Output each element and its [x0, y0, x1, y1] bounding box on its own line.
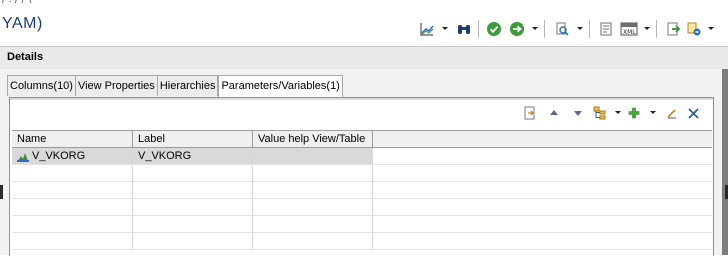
delete-icon[interactable] [685, 106, 701, 120]
toolbar-separator [589, 20, 590, 38]
edit-icon[interactable] [665, 106, 679, 120]
details-title: Details [7, 51, 44, 63]
editor-header: / . / / \ YAM) XML [0, 0, 728, 46]
deploy-dropdown-arrow[interactable] [708, 27, 714, 30]
table-row[interactable] [12, 216, 712, 233]
cell-empty [133, 199, 253, 215]
table-row[interactable] [12, 165, 712, 182]
hierarchy-dropdown-arrow[interactable] [615, 111, 621, 114]
table-row[interactable] [12, 182, 712, 199]
column-header-name[interactable]: Name [12, 131, 133, 147]
hierarchy-icon[interactable] [592, 106, 608, 120]
copy-icon[interactable] [597, 20, 615, 38]
cell-empty [133, 216, 253, 232]
cell-empty [12, 182, 133, 198]
variable-icon [17, 151, 29, 162]
cell-value-help[interactable] [253, 148, 373, 164]
svg-text:XML: XML [623, 29, 636, 36]
binoculars-icon[interactable] [455, 20, 473, 38]
import-icon[interactable] [664, 20, 682, 38]
run-dropdown-arrow[interactable] [532, 27, 538, 30]
preview-dropdown-arrow[interactable] [577, 27, 583, 30]
xml-dropdown-arrow[interactable] [644, 27, 650, 30]
deploy-icon[interactable] [685, 20, 703, 38]
cutoff-text: / . / / \ [2, 0, 31, 5]
move-up-icon[interactable] [547, 106, 561, 120]
tab-hierarchies[interactable]: Hierarchies [157, 75, 219, 96]
tab-view-properties[interactable]: View Properties [75, 75, 158, 96]
cell-empty [133, 165, 253, 181]
panel-scroll-edge [722, 69, 728, 255]
table-row[interactable]: V_VKORG V_VKORG [12, 148, 712, 165]
xml-icon[interactable]: XML [619, 20, 639, 38]
cell-empty [253, 165, 373, 181]
cell-empty [253, 182, 373, 198]
cell-empty [253, 216, 373, 232]
validate-icon[interactable] [485, 20, 503, 38]
add-icon[interactable] [627, 106, 641, 120]
cell-name-text: V_VKORG [32, 150, 86, 162]
export-icon[interactable] [522, 106, 538, 120]
left-collapse-marker[interactable] [0, 185, 3, 199]
cell-empty [253, 233, 373, 249]
column-header-value-help[interactable]: Value help View/Table [253, 131, 373, 147]
add-dropdown-arrow[interactable] [650, 111, 656, 114]
content-top-border [10, 98, 713, 100]
table-header: Name Label Value help View/Table [12, 131, 712, 148]
table-row[interactable] [12, 233, 712, 250]
toolbar-separator [478, 20, 479, 38]
data-preview-icon[interactable] [553, 20, 571, 38]
cell-label[interactable]: V_VKORG [133, 148, 253, 164]
editor-title: YAM) [2, 15, 43, 32]
details-section-header: Details [0, 46, 728, 70]
toolbar-separator [656, 20, 657, 38]
chart-dropdown-arrow[interactable] [442, 27, 448, 30]
parameters-table: Name Label Value help View/Table V_VKORG… [12, 130, 712, 256]
tab-columns[interactable]: Columns(10) [7, 75, 76, 96]
cell-empty [12, 199, 133, 215]
cell-empty [133, 233, 253, 249]
move-down-icon[interactable] [571, 106, 585, 120]
toolbar-separator [544, 20, 545, 38]
chart-icon[interactable] [418, 20, 436, 38]
cell-name[interactable]: V_VKORG [12, 148, 133, 164]
cell-empty [12, 216, 133, 232]
cell-empty [12, 165, 133, 181]
cell-empty [133, 182, 253, 198]
table-row[interactable] [12, 199, 712, 216]
cell-empty [253, 199, 373, 215]
tab-parameters-variables[interactable]: Parameters/Variables(1) [218, 75, 343, 98]
run-icon[interactable] [508, 20, 526, 38]
column-header-label[interactable]: Label [133, 131, 253, 147]
details-tabs: Columns(10) View Properties Hierarchies … [7, 75, 343, 98]
cell-filler [373, 148, 712, 164]
cell-empty [12, 233, 133, 249]
